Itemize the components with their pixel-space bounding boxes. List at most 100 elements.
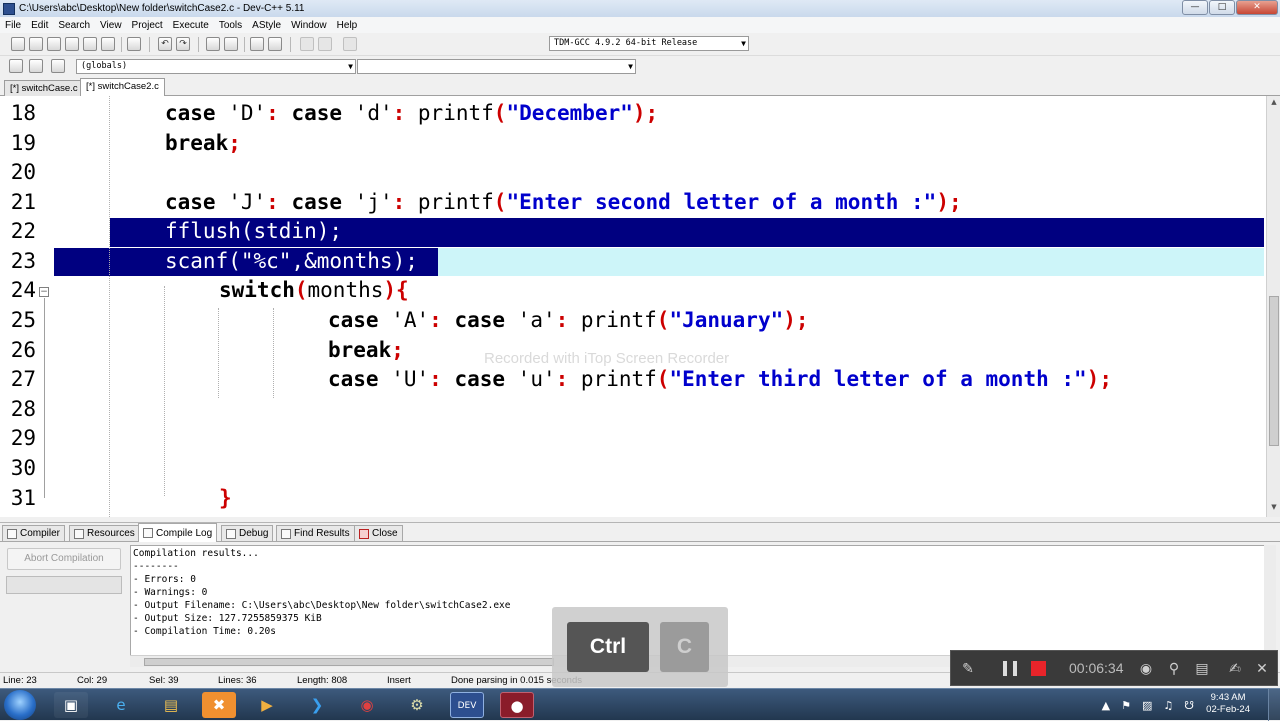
menu-search[interactable]: Search [53, 20, 95, 31]
tab-switchcase2[interactable]: [*] switchCase2.c [80, 78, 165, 96]
print-icon[interactable] [127, 37, 141, 51]
debug-icon [226, 528, 236, 539]
new-file-icon[interactable] [11, 37, 25, 51]
line-number-gutter: 18 19 20 21 22 23 24 25 26 27 28 29 30 3… [0, 96, 54, 517]
find-results-icon [281, 528, 291, 539]
code-editor[interactable]: 18 19 20 21 22 23 24 25 26 27 28 29 30 3… [0, 96, 1266, 517]
line-number: 28 [10, 397, 36, 421]
code-line-22-selected: fflush(stdin); [165, 219, 343, 243]
minimize-button[interactable]: — [1182, 0, 1208, 15]
log-line: Compilation results... [133, 548, 259, 559]
member-select[interactable]: ▼ [357, 59, 636, 74]
stop-record-icon[interactable] [1031, 661, 1046, 676]
undo-icon[interactable]: ↶ [158, 37, 172, 51]
tab-resources[interactable]: Resources [69, 525, 140, 542]
log-line: -------- [133, 561, 179, 572]
code-line-31: } [219, 486, 232, 510]
status-lines: Lines: 36 [218, 675, 257, 686]
ctrl-key: Ctrl [567, 622, 649, 672]
pause-icon[interactable] [1003, 661, 1017, 676]
close-all-icon[interactable] [101, 37, 115, 51]
find-icon[interactable] [206, 37, 220, 51]
indent-icon[interactable] [250, 37, 264, 51]
ie-browser-icon[interactable]: e [104, 692, 138, 718]
camera-icon[interactable]: ◉ [1137, 660, 1155, 678]
goto-forward-icon[interactable] [318, 37, 332, 51]
close-icon[interactable]: ✕ [1253, 660, 1271, 678]
save-icon[interactable] [47, 37, 61, 51]
menu-edit[interactable]: Edit [26, 20, 53, 31]
tab-close[interactable]: Close [354, 525, 403, 542]
windows-taskbar: ▣ e ▤ ✖ ▶ ❯ ◉ ⚙ DEV ● ▲ ⚑ ▨ ♫ ☋ 9:43 AM … [0, 688, 1280, 721]
vscode-icon[interactable]: ❯ [300, 692, 334, 718]
edit-icon[interactable]: ✍ [1226, 660, 1244, 678]
save-all-icon[interactable] [65, 37, 79, 51]
system-tray-icons[interactable]: ▲ ⚑ ▨ ♫ ☋ [1102, 699, 1194, 712]
log-line: - Errors: 0 [133, 574, 196, 585]
files-app-icon[interactable]: ▣ [54, 692, 88, 718]
tab-compile-log[interactable]: Compile Log [138, 523, 218, 543]
open-file-icon[interactable] [29, 37, 43, 51]
scroll-thumb[interactable] [144, 658, 554, 666]
redo-icon[interactable]: ↷ [176, 37, 190, 51]
replace-icon[interactable] [224, 37, 238, 51]
recorder-watermark: Recorded with iTop Screen Recorder [484, 350, 730, 367]
class-add-icon[interactable] [29, 59, 43, 73]
status-line: Line: 23 [3, 675, 37, 686]
pen-icon[interactable]: ✎ [959, 660, 977, 678]
log-vertical-scrollbar[interactable] [1264, 545, 1276, 658]
unindent-icon[interactable] [268, 37, 282, 51]
recorder-taskbar-icon[interactable]: ● [500, 692, 534, 718]
menu-file[interactable]: File [0, 20, 26, 31]
zoom-icon[interactable]: ⚲ [1165, 660, 1183, 678]
fold-collapse-icon[interactable]: − [39, 287, 49, 297]
xampp-icon[interactable]: ✖ [202, 692, 236, 718]
tab-debug[interactable]: Debug [221, 525, 274, 542]
folder-icon[interactable]: ▤ [154, 692, 188, 718]
menu-astyle[interactable]: AStyle [247, 20, 286, 31]
tab-compiler[interactable]: Compiler [2, 525, 66, 542]
menu-project[interactable]: Project [127, 20, 168, 31]
chrome-icon[interactable]: ◉ [350, 692, 384, 718]
show-desktop-button[interactable] [1268, 689, 1280, 721]
menu-window[interactable]: Window [286, 20, 332, 31]
menu-execute[interactable]: Execute [168, 20, 214, 31]
editor-vertical-scrollbar[interactable]: ▲ ▼ [1266, 96, 1280, 517]
log-line: - Output Size: 127.7255859375 KiB [133, 613, 322, 624]
tools-app-icon[interactable]: ⚙ [400, 692, 434, 718]
goto-back-icon[interactable] [300, 37, 314, 51]
keystroke-overlay: Ctrl C [552, 607, 728, 687]
tab-switchcase[interactable]: [*] switchCase.c [4, 80, 84, 96]
class-browse-icon[interactable] [51, 59, 65, 73]
close-file-icon[interactable] [83, 37, 97, 51]
class-insert-icon[interactable] [9, 59, 23, 73]
class-toolbar: (globals) ▼ ▼ [0, 56, 1280, 77]
scroll-up-icon[interactable]: ▲ [1267, 98, 1280, 110]
taskbar-clock[interactable]: 9:43 AM 02-Feb-24 [1206, 692, 1250, 716]
line-number: 25 [10, 308, 36, 332]
tab-find-results[interactable]: Find Results [276, 525, 355, 542]
scope-select[interactable]: (globals) ▼ [76, 59, 356, 74]
menu-help[interactable]: Help [332, 20, 363, 31]
close-window-button[interactable]: ✕ [1236, 0, 1278, 15]
media-player-icon[interactable]: ▶ [250, 692, 284, 718]
resources-icon [74, 528, 84, 539]
menu-view[interactable]: View [95, 20, 127, 31]
devcpp-taskbar-icon[interactable]: DEV [450, 692, 484, 718]
scroll-thumb[interactable] [1269, 296, 1279, 446]
maximize-button[interactable]: □ [1209, 0, 1235, 15]
file-tabs: [*] switchCase.c [*] switchCase2.c [0, 77, 1280, 96]
line-number: 22 [10, 219, 36, 243]
chevron-down-icon: ▼ [628, 62, 633, 71]
start-button[interactable] [4, 690, 36, 720]
scroll-down-icon[interactable]: ▼ [1267, 503, 1280, 515]
bookmark-icon[interactable] [343, 37, 357, 51]
abort-compilation-button[interactable]: Abort Compilation [7, 548, 121, 570]
menu-tools[interactable]: Tools [214, 20, 247, 31]
line-number: 21 [10, 190, 36, 214]
chat-icon[interactable]: ▤ [1193, 660, 1211, 678]
main-toolbar: ↶ ↷ TDM-GCC 4.9.2 64-bit Release ▼ [0, 33, 1280, 56]
compiler-select[interactable]: TDM-GCC 4.9.2 64-bit Release ▼ [549, 36, 749, 51]
code-line-25: case 'A': case 'a': printf("January"); [328, 308, 809, 332]
line-number: 23 [10, 249, 36, 273]
